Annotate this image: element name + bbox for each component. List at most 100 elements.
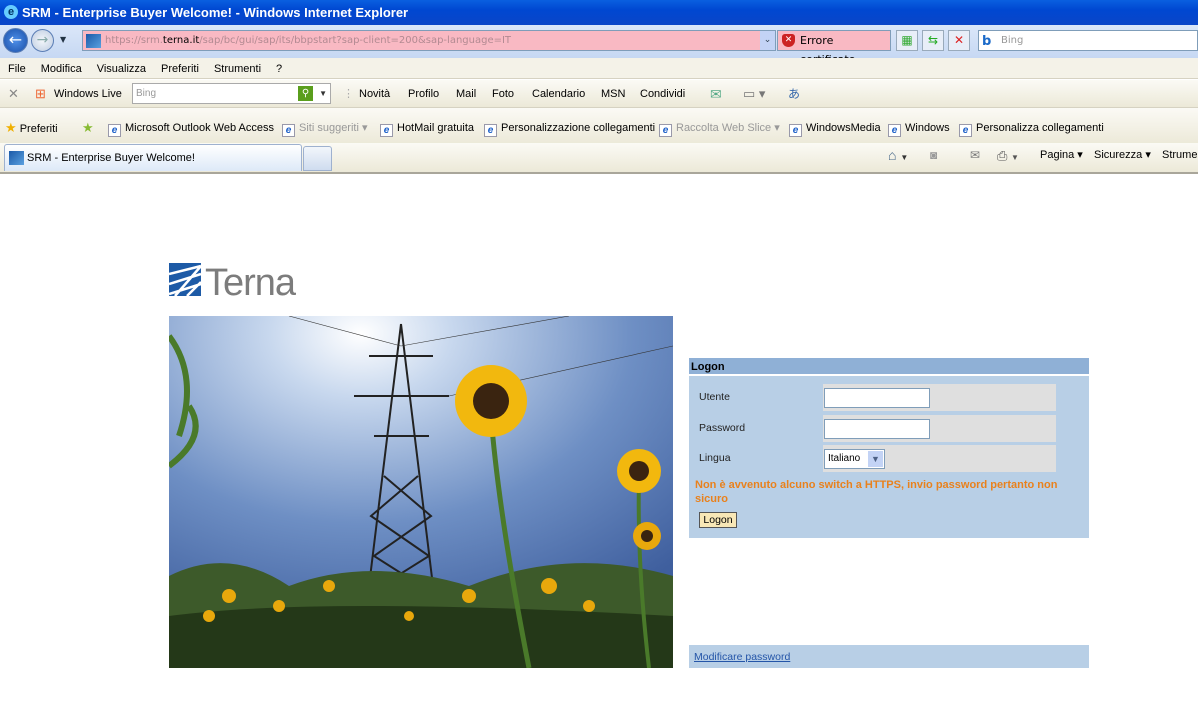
toolbar-link-profilo[interactable]: Profilo [408, 80, 439, 108]
ie-page-icon: e [282, 124, 295, 137]
address-dropdown-icon[interactable]: ⌄ [760, 31, 775, 50]
address-row: ← → ▼ https://srm.terna.it/sap/bc/gui/sa… [0, 25, 1198, 66]
security-menu[interactable]: Sicurezza ▾ [1094, 143, 1151, 168]
recent-pages-dropdown-icon[interactable]: ▼ [60, 35, 66, 44]
logon-button[interactable]: Logon [699, 512, 737, 528]
address-bar[interactable]: https://srm.terna.it/sap/bc/gui/sap/its/… [82, 30, 776, 51]
windows-live-button[interactable]: Windows Live [54, 80, 122, 108]
menu-strumenti[interactable]: Strumenti [206, 58, 261, 80]
ie-icon: e [4, 5, 18, 19]
ie-page-icon: e [484, 124, 497, 137]
favorites-button[interactable]: ★ Preferiti [5, 121, 58, 136]
fav-link-label: Raccolta Web Slice ▾ [676, 122, 780, 134]
ie-page-icon: e [959, 124, 972, 137]
toolbar-separator: ⋮ [343, 88, 354, 100]
menu-bar: File Modifica Visualizza Preferiti Strumenti… [0, 58, 1198, 79]
translate-icon[interactable]: あ [788, 80, 800, 108]
hero-photo-sunflowers-pylon [166, 315, 674, 669]
print-icon[interactable]: ⎙ ▼ [997, 143, 1019, 170]
fav-link[interactable]: e HotMail gratuita [380, 121, 474, 137]
menu-visualizza[interactable]: Visualizza [89, 58, 146, 80]
window-title: SRM - Enterprise Buyer Welcome! - Window… [22, 5, 409, 20]
menu-preferiti[interactable]: Preferiti [153, 58, 199, 80]
stop-icon[interactable]: ✕ [948, 30, 970, 51]
new-tab-button[interactable] [303, 146, 332, 171]
menu-modifica[interactable]: Modifica [33, 58, 82, 80]
site-favicon [86, 34, 101, 48]
fav-link-label: Personalizza collegamenti [976, 122, 1104, 134]
language-row: Lingua Italiano ▼ [698, 445, 1056, 472]
window-icon[interactable]: ▭ ▾ [743, 80, 765, 108]
toolbar-link-foto[interactable]: Foto [492, 80, 514, 108]
toolbar-search-input[interactable]: Bing ⚲ ▼ [132, 83, 331, 104]
tools-menu[interactable]: Strumen [1162, 143, 1198, 168]
ie-page-icon: e [380, 124, 393, 137]
home-icon[interactable]: ⌂ ▼ [888, 143, 908, 170]
logon-panel: Logon Utente Password Lingua Italiano ▼ N… [689, 358, 1089, 538]
url-prefix: https://srm. [105, 35, 163, 46]
windows-logo-icon: ⊞ [35, 86, 46, 101]
fav-link[interactable]: e Windows [888, 121, 950, 137]
url-domain: terna.it [162, 35, 200, 46]
window-title-bar: e SRM - Enterprise Buyer Welcome! - Wind… [0, 0, 1198, 25]
fav-link-label: Windows [905, 122, 950, 134]
fav-link-label: Siti suggeriti ▾ [299, 122, 368, 134]
menu-help[interactable]: ? [268, 58, 282, 80]
password-input[interactable] [824, 419, 930, 439]
close-toolbar-icon[interactable]: ✕ [8, 80, 19, 108]
ie-page-icon: e [888, 124, 901, 137]
fav-link-label: WindowsMedia [806, 122, 881, 134]
feeds-icon[interactable]: ◙ [930, 143, 937, 168]
refresh-icon[interactable]: ⇆ [922, 30, 944, 51]
favorites-label: Preferiti [19, 123, 58, 135]
mail-send-icon[interactable]: ✉ [710, 80, 722, 108]
menu-file[interactable]: File [0, 58, 26, 80]
fav-link[interactable]: e Raccolta Web Slice ▾ [659, 121, 780, 137]
language-label: Lingua [698, 445, 821, 472]
toolbar-link-condividi[interactable]: Condividi [640, 80, 685, 108]
fav-link[interactable]: e Personalizza collegamenti [959, 121, 1104, 137]
read-mail-icon[interactable]: ✉ [970, 143, 980, 168]
fav-link-label: Personalizzazione collegamenti [501, 122, 656, 134]
star-icon: ★ [5, 120, 17, 135]
shield-icon: ✕ [782, 34, 795, 47]
search-input[interactable]: b Bing [978, 30, 1198, 51]
bing-icon: b [982, 34, 992, 49]
chevron-down-icon[interactable]: ▼ [319, 84, 327, 103]
add-favorite-icon[interactable]: ★ [82, 121, 94, 135]
user-label: Utente [698, 384, 821, 411]
site-favicon [9, 151, 24, 165]
toolbar-link-mail[interactable]: Mail [456, 80, 476, 108]
fav-link[interactable]: e Microsoft Outlook Web Access [108, 121, 274, 137]
forward-button[interactable]: → [31, 29, 54, 52]
toolbar-link-calendario[interactable]: Calendario [532, 80, 585, 108]
logon-title: Logon [689, 358, 1089, 376]
fav-link[interactable]: e Personalizzazione collegamenti [484, 121, 655, 137]
certificate-error-button[interactable]: ✕ Errore certificato [777, 30, 891, 66]
toolbar-link-msn[interactable]: MSN [601, 80, 625, 108]
favorites-bar: ★ Preferiti ★ e Microsoft Outlook Web Acc… [0, 108, 1198, 144]
ie-page-icon: e [108, 124, 121, 137]
change-password-bar: Modificare password [689, 645, 1089, 668]
fav-link[interactable]: e Siti suggeriti ▾ [282, 121, 368, 137]
toolbar-link-novita[interactable]: Novità [359, 80, 390, 108]
language-select[interactable]: Italiano ▼ [824, 449, 885, 469]
svg-text:Terna: Terna [205, 262, 297, 298]
toolbar-search-placeholder: Bing [136, 88, 157, 99]
tab-label: SRM - Enterprise Buyer Welcome! [27, 152, 195, 164]
fav-link-label: HotMail gratuita [397, 122, 475, 134]
chevron-down-icon: ▼ [868, 451, 883, 467]
url-suffix: /sap/bc/gui/sap/its/bbpstart?sap-client=… [199, 35, 512, 46]
user-row: Utente [698, 384, 1056, 411]
change-password-link[interactable]: Modificare password [694, 651, 790, 663]
user-input[interactable] [824, 388, 930, 408]
fav-link[interactable]: e WindowsMedia [789, 121, 881, 137]
password-label: Password [698, 415, 821, 442]
language-value: Italiano [828, 453, 861, 464]
fav-link-label: Microsoft Outlook Web Access [125, 122, 274, 134]
tab-srm[interactable]: SRM - Enterprise Buyer Welcome! [4, 144, 302, 171]
back-button[interactable]: ← [3, 28, 28, 53]
compatibility-view-icon[interactable]: ▦ [896, 30, 918, 51]
search-icon[interactable]: ⚲ [298, 86, 313, 101]
page-menu[interactable]: Pagina ▾ [1040, 143, 1083, 168]
